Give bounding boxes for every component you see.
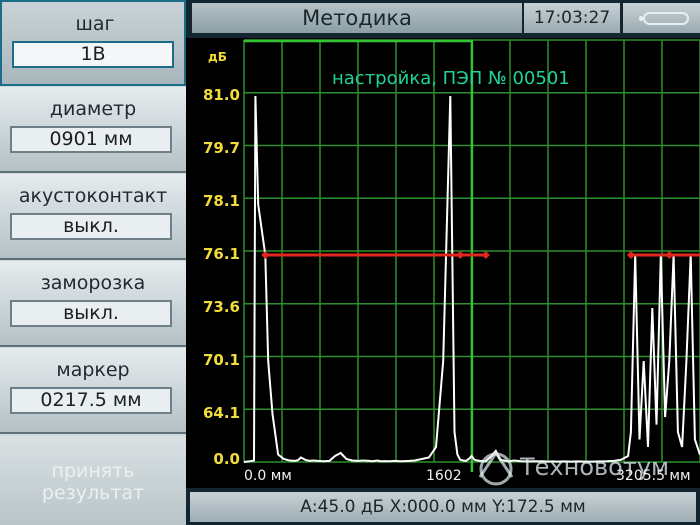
watermark: Техновотум <box>470 447 700 491</box>
param-step-value[interactable]: 1В <box>12 41 174 68</box>
param-step[interactable]: шаг 1В <box>0 0 186 86</box>
accept-result-label: принять результат <box>0 460 186 504</box>
y-tick-label: 78.1 <box>202 192 240 210</box>
gate-handle <box>261 251 270 259</box>
status-bar: А:45.0 дБ X:000.0 мм Y:172.5 мм <box>186 488 700 525</box>
accept-result-line1: принять <box>51 460 135 482</box>
param-acoustic-contact-label: акустоконтакт <box>18 185 168 207</box>
y-tick-label: 70.1 <box>202 351 240 369</box>
param-diameter-value[interactable]: 0901 мм <box>10 126 172 153</box>
param-acoustic-contact-value[interactable]: выкл. <box>10 213 172 240</box>
a-scan-plot[interactable]: дБ 81.0 79.7 78.1 76.1 73.6 70.1 64.1 0.… <box>186 38 700 488</box>
param-marker-label: маркер <box>56 359 130 381</box>
gate-handle <box>456 251 465 259</box>
y-tick-label: 79.7 <box>202 139 240 157</box>
param-freeze-value[interactable]: выкл. <box>10 300 172 327</box>
param-diameter[interactable]: диаметр 0901 мм <box>0 87 186 173</box>
accept-result-line2: результат <box>41 482 145 504</box>
param-step-label: шаг <box>75 13 115 35</box>
y-tick-label: 76.1 <box>202 245 240 263</box>
param-diameter-label: диаметр <box>49 98 137 120</box>
battery-icon <box>639 12 689 25</box>
gate-handle <box>665 251 674 259</box>
param-freeze-label: заморозка <box>40 272 146 294</box>
y-tick-label: 64.1 <box>202 404 240 422</box>
gate-handle <box>481 251 490 259</box>
watermark-text: Техновотум <box>520 453 670 481</box>
y-unit-label: дБ <box>208 50 227 64</box>
x-start-label: 0.0 мм <box>244 468 292 484</box>
battery-indicator <box>623 3 700 33</box>
accept-result-button[interactable]: принять результат <box>0 436 186 525</box>
a-scan-svg <box>243 39 700 472</box>
header-bar: Методика 17:03:27 <box>186 0 700 38</box>
param-freeze[interactable]: заморозка выкл. <box>0 261 186 347</box>
x-marker-label: 1602 <box>426 468 462 484</box>
y-tick-label: 81.0 <box>202 86 240 104</box>
gate-handle <box>626 251 635 259</box>
param-marker-value[interactable]: 0217.5 мм <box>10 387 172 414</box>
y-tick-label: 73.6 <box>202 298 240 316</box>
clock: 17:03:27 <box>524 3 620 33</box>
status-readout: А:45.0 дБ X:000.0 мм Y:172.5 мм <box>190 492 696 522</box>
watermark-logo-icon <box>478 450 514 486</box>
parameter-sidebar: шаг 1В диаметр 0901 мм акустоконтакт вык… <box>0 0 186 525</box>
param-marker[interactable]: маркер 0217.5 мм <box>0 348 186 434</box>
y-tick-label: 0.0 <box>213 450 240 468</box>
screen-title: Методика <box>192 3 522 33</box>
setup-probe-text: настройка, ПЭП № 00501 <box>332 68 570 89</box>
param-acoustic-contact[interactable]: акустоконтакт выкл. <box>0 174 186 260</box>
